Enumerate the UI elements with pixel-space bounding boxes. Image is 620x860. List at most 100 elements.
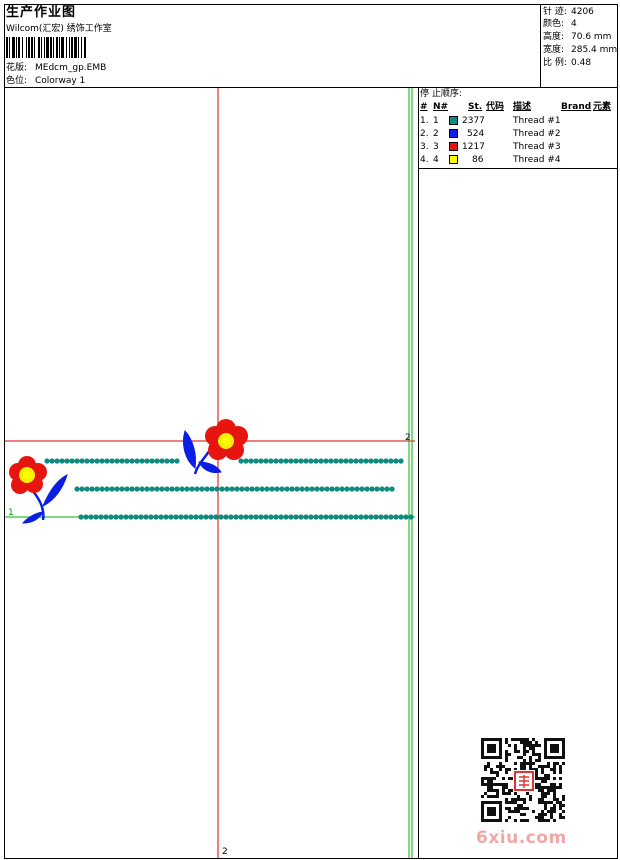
teal-bead [364,486,370,492]
teal-bead [288,458,294,464]
teal-bead [353,458,359,464]
teal-bead [308,458,314,464]
teal-bead [113,514,119,520]
teal-bead [298,514,304,520]
teal-bead [93,514,99,520]
teal-bead [213,514,219,520]
teal-bead [333,458,339,464]
teal-bead [148,514,154,520]
teal-bead [194,486,200,492]
teal-bead [239,486,245,492]
teal-bead [168,514,174,520]
teal-bead [283,458,289,464]
colorway-value: Colorway 1 [35,76,86,86]
teal-bead [314,486,320,492]
teal-bead [99,486,105,492]
teal-bead [278,514,284,520]
teal-bead [54,458,60,464]
stop-sequence-title: 停 止顺序: [420,89,462,99]
teal-bead [78,514,84,520]
guide-label-left: 1 [8,508,14,518]
col-desc: 描述 [513,102,532,112]
teal-bead [144,458,150,464]
teal-bead [169,458,175,464]
stat-width-label: 宽度: [543,45,565,55]
page-title: 生产作业图 [6,5,77,20]
row-stitches: 1217 [462,142,485,152]
teal-bead [109,486,115,492]
teal-bead [328,514,334,520]
teal-bead [243,458,249,464]
teal-bead [124,486,130,492]
studio-name: Wilcom(汇宏) 绣饰工作室 [6,24,112,34]
teal-bead [79,458,85,464]
teal-bead [99,458,105,464]
teal-bead [298,458,304,464]
teal-bead [268,458,274,464]
teal-bead [268,514,274,520]
teal-bead [74,458,80,464]
teal-bead [328,458,334,464]
teal-bead [388,514,394,520]
teal-bead [263,458,269,464]
guide-label-top-right: 2 [405,433,411,443]
teal-bead [174,458,180,464]
teal-bead [338,514,344,520]
teal-bead [358,458,364,464]
barcode [6,37,86,58]
stat-height-label: 高度: [543,32,565,42]
teal-bead [203,514,209,520]
teal-bead [373,514,379,520]
teal-bead [218,514,224,520]
row-stitches: 86 [472,155,484,165]
teal-bead [229,486,235,492]
teal-bead [374,486,380,492]
teal-bead [293,514,299,520]
stat-colors-value: 4 [571,19,577,29]
teal-bead [98,514,104,520]
teal-bead [363,458,369,464]
teal-bead [193,514,199,520]
row-stitches: 2377 [462,116,485,126]
teal-bead [169,486,175,492]
teal-bead [104,458,110,464]
teal-bead [44,458,50,464]
stat-width-value: 285.4 mm [571,45,618,55]
stat-scale-value: 0.48 [571,58,592,68]
teal-bead [373,458,379,464]
thread-swatch [449,129,458,138]
teal-bead [384,486,390,492]
teal-bead [323,514,329,520]
teal-bead [64,458,70,464]
teal-bead [248,458,254,464]
teal-bead [329,486,335,492]
right-flower [205,419,248,460]
teal-bead [379,486,385,492]
teal-bead [283,514,289,520]
row-desc: Thread #1 [513,116,561,126]
teal-bead [178,514,184,520]
teal-bead [69,458,75,464]
teal-bead [308,514,314,520]
teal-bead [248,514,254,520]
production-worksheet: 生产作业图 Wilcom(汇宏) 绣饰工作室 花版: MEdcm_gp.EMB … [0,0,620,860]
teal-bead [118,514,124,520]
teal-bead [89,458,95,464]
teal-bead [143,514,149,520]
colorway-label: 色位: [6,76,28,86]
teal-bead [294,486,300,492]
teal-bead [129,458,135,464]
teal-bead [403,514,409,520]
teal-bead [378,514,384,520]
stat-stitches-label: 针 迹: [543,7,567,17]
guide-label-bottom: 2 [222,847,228,857]
teal-bead [338,458,344,464]
teal-bead [339,486,345,492]
teal-bead [378,458,384,464]
teal-bead [184,486,190,492]
col-code: 代码 [486,102,505,112]
teal-bead [389,486,395,492]
teal-bead [383,458,389,464]
teal-bead [153,514,159,520]
stat-scale-label: 比 例: [543,58,567,68]
